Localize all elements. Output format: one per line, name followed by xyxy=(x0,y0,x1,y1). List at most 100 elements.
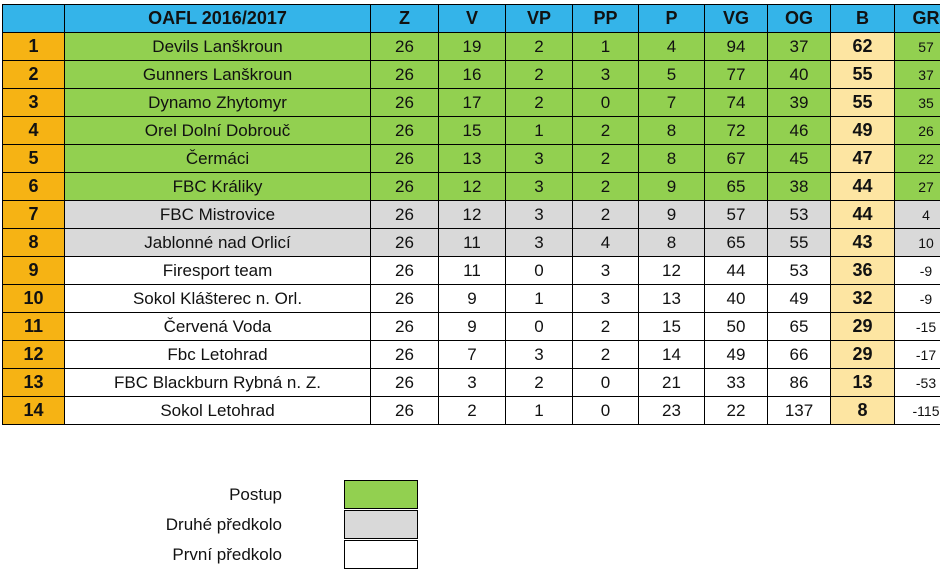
losses-cell: 21 xyxy=(638,368,705,397)
table-row: 1 Devils Lanškroun 26 19 2 1 4 94 37 62 … xyxy=(2,32,940,61)
table-row: 2 Gunners Lanškroun 26 16 2 3 5 77 40 55… xyxy=(2,60,940,89)
rank-cell: 3 xyxy=(2,88,65,117)
legend-swatch xyxy=(344,540,418,569)
overtime-losses-cell: 3 xyxy=(572,256,639,285)
games-played-cell: 26 xyxy=(370,32,439,61)
losses-cell: 9 xyxy=(638,200,705,229)
table-row: 14 Sokol Letohrad 26 2 1 0 23 22 137 8 -… xyxy=(2,396,940,425)
points-cell: 47 xyxy=(830,144,895,173)
wins-cell: 12 xyxy=(438,172,506,201)
goals-against-cell: 86 xyxy=(767,368,831,397)
goal-difference-cell: -15 xyxy=(894,312,940,341)
column-header-vp: VP xyxy=(505,4,573,33)
losses-cell: 12 xyxy=(638,256,705,285)
goals-for-cell: 33 xyxy=(704,368,768,397)
overtime-losses-cell: 2 xyxy=(572,116,639,145)
rank-cell: 1 xyxy=(2,32,65,61)
column-header-vg: VG xyxy=(704,4,768,33)
overtime-wins-cell: 1 xyxy=(505,284,573,313)
overtime-wins-cell: 3 xyxy=(505,228,573,257)
team-name-cell: Firesport team xyxy=(64,256,371,285)
goals-against-cell: 39 xyxy=(767,88,831,117)
overtime-losses-cell: 2 xyxy=(572,200,639,229)
overtime-wins-cell: 2 xyxy=(505,368,573,397)
goals-for-cell: 94 xyxy=(704,32,768,61)
overtime-wins-cell: 3 xyxy=(505,340,573,369)
team-name-cell: Orel Dolní Dobrouč xyxy=(64,116,371,145)
wins-cell: 9 xyxy=(438,284,506,313)
overtime-wins-cell: 2 xyxy=(505,88,573,117)
rank-cell: 14 xyxy=(2,396,65,425)
goals-for-cell: 77 xyxy=(704,60,768,89)
overtime-wins-cell: 1 xyxy=(505,396,573,425)
rank-cell: 10 xyxy=(2,284,65,313)
goal-difference-cell: 35 xyxy=(894,88,940,117)
wins-cell: 9 xyxy=(438,312,506,341)
losses-cell: 23 xyxy=(638,396,705,425)
goals-against-cell: 46 xyxy=(767,116,831,145)
rank-cell: 2 xyxy=(2,60,65,89)
table-row: 8 Jablonné nad Orlicí 26 11 3 4 8 65 55 … xyxy=(2,228,940,257)
standings-table: OAFL 2016/2017 Z V VP PP P VG OG B GR 1 … xyxy=(2,4,940,425)
goal-difference-cell: 10 xyxy=(894,228,940,257)
overtime-losses-cell: 3 xyxy=(572,60,639,89)
column-header-v: V xyxy=(438,4,506,33)
overtime-wins-cell: 3 xyxy=(505,200,573,229)
losses-cell: 15 xyxy=(638,312,705,341)
wins-cell: 11 xyxy=(438,228,506,257)
team-name-cell: FBC Mistrovice xyxy=(64,200,371,229)
table-row: 13 FBC Blackburn Rybná n. Z. 26 3 2 0 21… xyxy=(2,368,940,397)
wins-cell: 2 xyxy=(438,396,506,425)
games-played-cell: 26 xyxy=(370,312,439,341)
overtime-losses-cell: 0 xyxy=(572,396,639,425)
points-cell: 62 xyxy=(830,32,895,61)
table-row: 3 Dynamo Zhytomyr 26 17 2 0 7 74 39 55 3… xyxy=(2,88,940,117)
overtime-wins-cell: 3 xyxy=(505,144,573,173)
games-played-cell: 26 xyxy=(370,256,439,285)
goals-against-cell: 66 xyxy=(767,340,831,369)
losses-cell: 7 xyxy=(638,88,705,117)
team-name-cell: Fbc Letohrad xyxy=(64,340,371,369)
legend-label: Postup xyxy=(229,485,282,504)
table-title: OAFL 2016/2017 xyxy=(64,4,371,33)
overtime-losses-cell: 0 xyxy=(572,88,639,117)
rank-cell: 4 xyxy=(2,116,65,145)
legend-swatch xyxy=(344,510,418,539)
wins-cell: 7 xyxy=(438,340,506,369)
rank-cell: 9 xyxy=(2,256,65,285)
overtime-losses-cell: 4 xyxy=(572,228,639,257)
goal-difference-cell: -17 xyxy=(894,340,940,369)
overtime-losses-cell: 1 xyxy=(572,32,639,61)
games-played-cell: 26 xyxy=(370,228,439,257)
goals-against-cell: 53 xyxy=(767,256,831,285)
wins-cell: 16 xyxy=(438,60,506,89)
rank-cell: 13 xyxy=(2,368,65,397)
column-header-pp: PP xyxy=(572,4,639,33)
team-name-cell: Devils Lanškroun xyxy=(64,32,371,61)
overtime-wins-cell: 2 xyxy=(505,32,573,61)
games-played-cell: 26 xyxy=(370,396,439,425)
games-played-cell: 26 xyxy=(370,172,439,201)
games-played-cell: 26 xyxy=(370,284,439,313)
table-row: 4 Orel Dolní Dobrouč 26 15 1 2 8 72 46 4… xyxy=(2,116,940,145)
table-row: 9 Firesport team 26 11 0 3 12 44 53 36 -… xyxy=(2,256,940,285)
points-cell: 49 xyxy=(830,116,895,145)
wins-cell: 19 xyxy=(438,32,506,61)
points-cell: 32 xyxy=(830,284,895,313)
games-played-cell: 26 xyxy=(370,340,439,369)
column-header-b: B xyxy=(830,4,895,33)
column-header-og: OG xyxy=(767,4,831,33)
games-played-cell: 26 xyxy=(370,368,439,397)
overtime-losses-cell: 3 xyxy=(572,284,639,313)
overtime-losses-cell: 2 xyxy=(572,172,639,201)
rank-cell: 12 xyxy=(2,340,65,369)
games-played-cell: 26 xyxy=(370,60,439,89)
overtime-wins-cell: 0 xyxy=(505,312,573,341)
table-row: 12 Fbc Letohrad 26 7 3 2 14 49 66 29 -17 xyxy=(2,340,940,369)
team-name-cell: Čermáci xyxy=(64,144,371,173)
overtime-losses-cell: 2 xyxy=(572,312,639,341)
points-cell: 13 xyxy=(830,368,895,397)
losses-cell: 9 xyxy=(638,172,705,201)
overtime-wins-cell: 1 xyxy=(505,116,573,145)
team-name-cell: Jablonné nad Orlicí xyxy=(64,228,371,257)
